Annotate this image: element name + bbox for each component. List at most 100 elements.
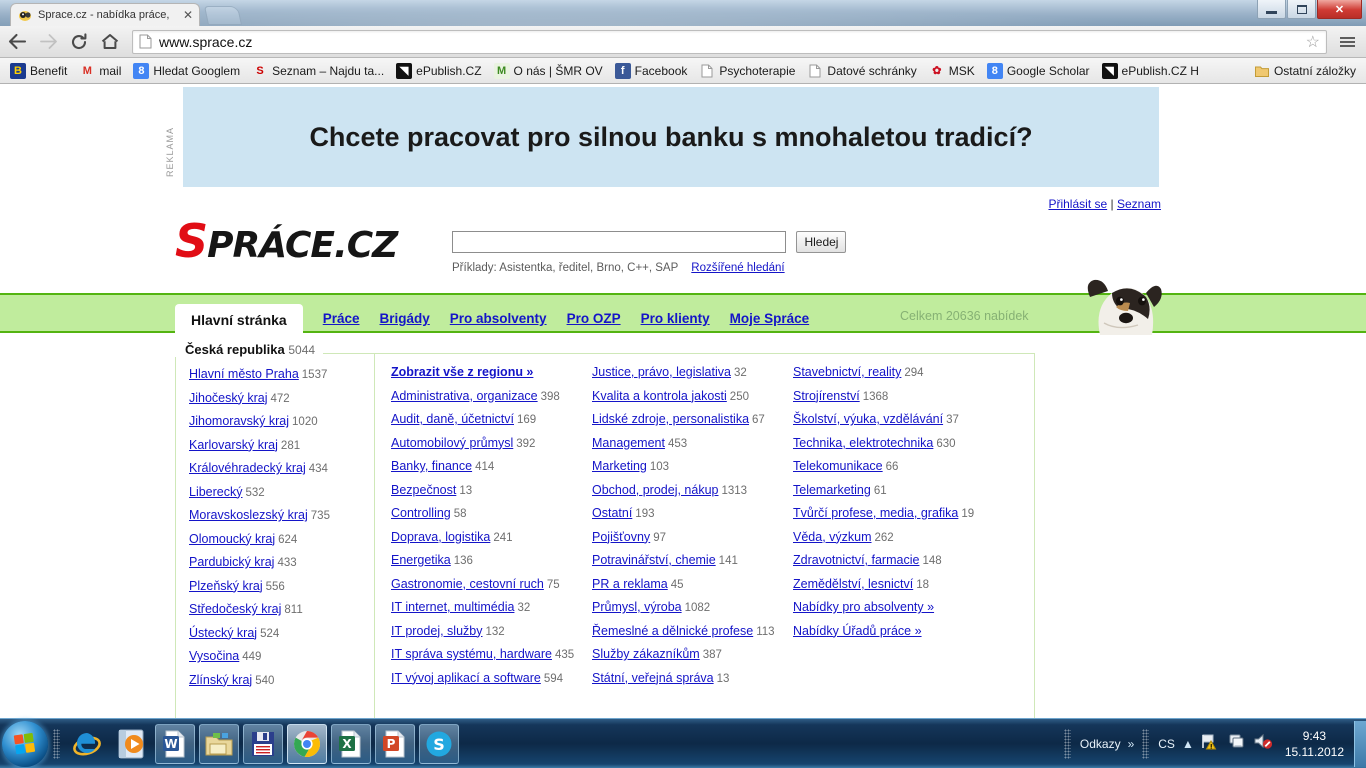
category-link[interactable]: Věda, výzkum (793, 530, 872, 544)
region-link[interactable]: Pardubický kraj (189, 555, 274, 569)
taskbar-item-skype[interactable]: S (419, 723, 459, 764)
nav-link-brig-dy[interactable]: Brigády (380, 311, 430, 326)
taskbar-item-windows-media-player[interactable] (111, 724, 151, 764)
taskbar-item-microsoft-excel[interactable]: X (331, 723, 371, 764)
category-link[interactable]: Doprava, logistika (391, 530, 490, 544)
nav-link-pro-absolventy[interactable]: Pro absolventy (450, 311, 547, 326)
bookmark-item[interactable]: Datové schránky (801, 61, 922, 81)
forward-button[interactable] (34, 28, 62, 56)
category-link[interactable]: Controlling (391, 506, 451, 520)
nav-link-pro-ozp[interactable]: Pro OZP (567, 311, 621, 326)
taskbar-item-microsoft-word[interactable]: W (155, 723, 195, 764)
region-link[interactable]: Ústecký kraj (189, 626, 257, 640)
bookmark-item[interactable]: ◥ ePublish.CZ H (1096, 61, 1205, 81)
category-link[interactable]: Technika, elektrotechnika (793, 436, 933, 450)
other-bookmarks-folder[interactable]: Ostatní záložky (1248, 61, 1362, 81)
toolbar-grip-handle[interactable] (1063, 728, 1071, 759)
region-link[interactable]: Zlínský kraj (189, 673, 252, 687)
category-link[interactable]: Kvalita a kontrola jakosti (592, 389, 727, 403)
taskbar-clock[interactable]: 9:43 15.11.2012 (1285, 728, 1344, 760)
bookmark-item[interactable]: Psychoterapie (693, 61, 801, 81)
browser-tab[interactable]: Sprace.cz - nabídka práce, ✕ (10, 3, 200, 26)
action-center-flag-icon[interactable] (1201, 732, 1219, 755)
nav-tab-hlavni-stranka[interactable]: Hlavní stránka (175, 304, 303, 335)
category-link[interactable]: Bezpečnost (391, 483, 456, 497)
category-link[interactable]: Energetika (391, 553, 451, 567)
category-link[interactable]: PR a reklama (592, 577, 668, 591)
region-link[interactable]: Vysočina (189, 649, 239, 663)
register-list-link[interactable]: Seznam (1117, 197, 1161, 211)
region-link[interactable]: Jihočeský kraj (189, 391, 268, 405)
category-link[interactable]: Strojírenství (793, 389, 860, 403)
taskbar-item-windows-explorer[interactable] (199, 723, 239, 764)
category-link[interactable]: Gastronomie, cestovní ruch (391, 577, 544, 591)
category-link[interactable]: Automobilový průmysl (391, 436, 513, 450)
category-link[interactable]: Zobrazit vše z regionu » (391, 365, 533, 379)
region-link[interactable]: Královéhradecký kraj (189, 461, 306, 475)
bookmark-item[interactable]: Mmail (73, 61, 127, 81)
search-input[interactable] (452, 231, 786, 253)
category-link[interactable]: Banky, finance (391, 459, 472, 473)
category-link[interactable]: Audit, daně, účetnictví (391, 412, 514, 426)
tray-grip-handle[interactable] (1142, 728, 1150, 759)
category-link[interactable]: Management (592, 436, 665, 450)
advertisement-banner[interactable]: Chcete pracovat pro silnou banku s mnoha… (183, 87, 1159, 187)
nav-link-pr-ce[interactable]: Práce (323, 311, 360, 326)
address-bar[interactable]: www.sprace.cz ☆ (132, 29, 1327, 54)
back-button[interactable] (3, 28, 31, 56)
category-link[interactable]: Zdravotnictví, farmacie (793, 553, 919, 567)
category-link[interactable]: Průmysl, výroba (592, 600, 682, 614)
category-link[interactable]: Potravinářství, chemie (592, 553, 716, 567)
bookmark-item[interactable]: S Seznam – Najdu ta... (246, 61, 390, 81)
language-indicator[interactable]: CS (1158, 737, 1175, 751)
bookmark-item[interactable]: B Benefit (4, 61, 73, 81)
category-link[interactable]: Justice, právo, legislativa (592, 365, 731, 379)
volume-muted-icon[interactable] (1253, 732, 1273, 755)
category-link[interactable]: Pojišťovny (592, 530, 650, 544)
region-link[interactable]: Středočeský kraj (189, 602, 281, 616)
chrome-menu-button[interactable] (1333, 28, 1361, 56)
advanced-search-link[interactable]: Rozšířené hledání (691, 262, 784, 274)
tray-expand-icon[interactable]: ▲ (1182, 737, 1194, 751)
region-link[interactable]: Karlovarský kraj (189, 438, 278, 452)
category-link[interactable]: Lidské zdroje, personalistika (592, 412, 749, 426)
category-link[interactable]: Telekomunikace (793, 459, 883, 473)
taskbar-item-internet-explorer[interactable] (67, 724, 107, 764)
category-link[interactable]: Školství, výuka, vzdělávání (793, 412, 943, 426)
minimize-button[interactable] (1257, 0, 1286, 19)
category-link[interactable]: IT prodej, služby (391, 624, 482, 638)
category-link[interactable]: Telemarketing (793, 483, 871, 497)
taskbar-grip-handle[interactable] (53, 728, 60, 759)
new-tab-button[interactable] (203, 6, 243, 25)
category-link[interactable]: IT vývoj aplikací a software (391, 671, 541, 685)
nav-link-moje-spr-ce[interactable]: Moje Spráce (730, 311, 810, 326)
nav-link-pro-klienty[interactable]: Pro klienty (641, 311, 710, 326)
taskbar-item-save-diskette-app[interactable] (243, 723, 283, 764)
region-link[interactable]: Olomoucký kraj (189, 532, 275, 546)
category-link[interactable]: Zemědělství, lesnictví (793, 577, 913, 591)
bookmark-item[interactable]: ✿ MSK (923, 61, 981, 81)
search-button[interactable]: Hledej (796, 231, 847, 253)
category-link[interactable]: Administrativa, organizace (391, 389, 538, 403)
category-link[interactable]: Stavebnictví, reality (793, 365, 901, 379)
reload-button[interactable] (65, 28, 93, 56)
close-button[interactable]: ✕ (1317, 0, 1362, 19)
bookmark-item[interactable]: f Facebook (609, 61, 694, 81)
category-link[interactable]: Ostatní (592, 506, 632, 520)
bookmark-item[interactable]: 8 Hledat Googlem (127, 61, 246, 81)
category-link[interactable]: Obchod, prodej, nákup (592, 483, 718, 497)
category-link[interactable]: Řemeslné a dělnické profese (592, 624, 753, 638)
taskbar-item-microsoft-powerpoint[interactable]: P (375, 723, 415, 764)
category-link[interactable]: Státní, veřejná správa (592, 671, 714, 685)
maximize-button[interactable] (1287, 0, 1316, 19)
category-link[interactable]: Tvůrčí profese, media, grafika (793, 506, 958, 520)
bookmark-item[interactable]: 8 Google Scholar (981, 61, 1096, 81)
region-link[interactable]: Moravskoslezský kraj (189, 508, 308, 522)
region-link[interactable]: Hlavní město Praha (189, 367, 299, 381)
category-link[interactable]: Marketing (592, 459, 647, 473)
login-link[interactable]: Přihlásit se (1048, 197, 1107, 211)
bookmark-item[interactable]: ◥ ePublish.CZ (390, 61, 487, 81)
category-link[interactable]: Služby zákazníkům (592, 647, 700, 661)
show-desktop-button[interactable] (1354, 720, 1366, 767)
region-link[interactable]: Liberecký (189, 485, 243, 499)
